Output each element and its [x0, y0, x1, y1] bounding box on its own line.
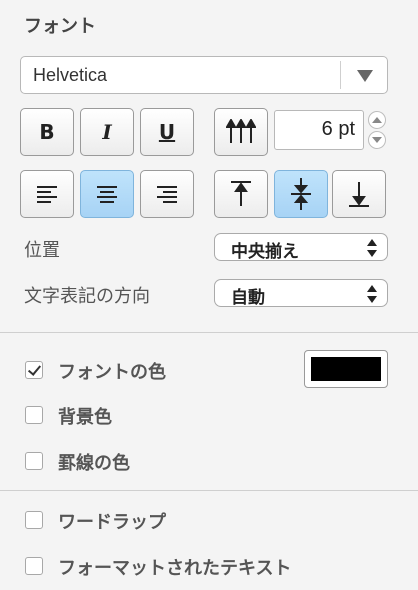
- formatted-text-label: フォーマットされたテキスト: [58, 558, 292, 579]
- font-size-stepper[interactable]: [366, 110, 388, 150]
- stepper-down-button[interactable]: [368, 131, 386, 149]
- align-left-button[interactable]: [20, 170, 74, 218]
- triangle-up-icon: [372, 117, 382, 123]
- valign-middle-button[interactable]: [274, 170, 328, 218]
- font-color-label: フォントの色: [58, 362, 166, 383]
- align-right-button[interactable]: [140, 170, 194, 218]
- bold-label: B: [39, 120, 55, 144]
- valign-middle-icon: [291, 178, 311, 210]
- stepper-up-button[interactable]: [368, 111, 386, 129]
- chevron-down-icon[interactable]: [357, 70, 373, 82]
- font-size-field[interactable]: [274, 110, 364, 150]
- section-divider: [0, 490, 418, 491]
- align-center-button[interactable]: [80, 170, 134, 218]
- font-family-select[interactable]: Helvetica: [20, 56, 388, 94]
- select-separator: [340, 61, 341, 89]
- word-wrap-checkbox[interactable]: [25, 511, 43, 529]
- bold-button[interactable]: B: [20, 108, 74, 156]
- section-title: フォント: [24, 16, 96, 37]
- background-color-label: 背景色: [58, 407, 112, 428]
- formatted-text-checkbox[interactable]: [25, 557, 43, 575]
- color-fill: [311, 357, 381, 381]
- direction-select[interactable]: 自動: [214, 279, 388, 308]
- font-size-input[interactable]: [275, 111, 359, 147]
- direction-label: 文字表記の方向: [24, 286, 150, 307]
- vertical-arrows-icon: [226, 119, 256, 143]
- border-color-label: 罫線の色: [58, 453, 130, 474]
- align-right-icon: [157, 186, 177, 203]
- valign-top-icon: [231, 181, 251, 206]
- background-color-checkbox[interactable]: [25, 406, 43, 424]
- underline-label: U: [158, 120, 176, 144]
- align-center-icon: [97, 186, 117, 203]
- position-select[interactable]: 中央揃え: [214, 233, 388, 262]
- underline-button[interactable]: U: [140, 108, 194, 156]
- align-left-icon: [37, 186, 57, 203]
- section-divider: [0, 332, 418, 333]
- font-color-swatch[interactable]: [304, 350, 388, 388]
- valign-bottom-icon: [349, 182, 369, 207]
- up-down-arrows-icon: [367, 239, 377, 257]
- valign-top-button[interactable]: [214, 170, 268, 218]
- position-value: 中央揃え: [231, 242, 299, 262]
- italic-button[interactable]: I: [80, 108, 134, 156]
- valign-bottom-button[interactable]: [332, 170, 386, 218]
- direction-value: 自動: [231, 288, 265, 308]
- position-label: 位置: [24, 240, 60, 261]
- up-down-arrows-icon: [367, 285, 377, 303]
- font-family-value: Helvetica: [33, 65, 108, 85]
- triangle-down-icon: [372, 137, 382, 143]
- vertical-text-button[interactable]: [214, 108, 268, 156]
- italic-label: I: [102, 120, 112, 144]
- font-color-checkbox[interactable]: [25, 361, 43, 379]
- border-color-checkbox[interactable]: [25, 452, 43, 470]
- word-wrap-label: ワードラップ: [58, 512, 166, 533]
